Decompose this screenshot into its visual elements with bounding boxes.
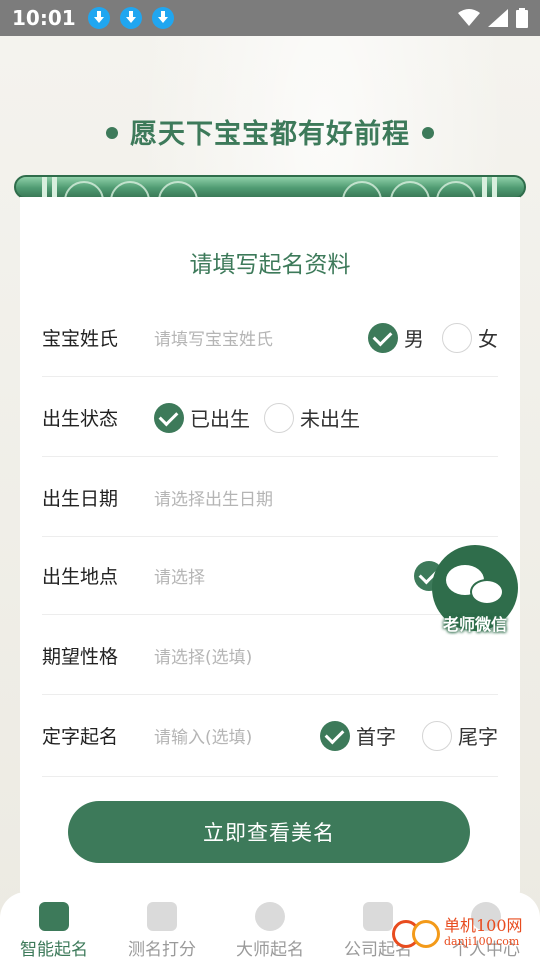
personality-picker[interactable]: 请选择(选填) <box>154 643 252 668</box>
birth-place-row: 出生地点 请选择 真太 <box>42 537 498 615</box>
wifi-icon <box>458 9 480 26</box>
tab-label: 大师起名 <box>236 940 304 960</box>
born-option[interactable]: 已出生 <box>154 402 250 433</box>
personality-label: 期望性格 <box>42 646 119 668</box>
bullet-dot <box>106 126 118 139</box>
checked-icon <box>368 322 398 353</box>
unchecked-icon <box>264 402 294 433</box>
tab-label: 智能起名 <box>20 940 88 960</box>
surname-label: 宝宝姓氏 <box>42 328 119 350</box>
fixed-char-label: 定字起名 <box>42 726 119 748</box>
battery-icon <box>516 8 528 28</box>
tab-master-naming[interactable]: 大师起名 <box>216 892 324 960</box>
yin-yang-icon <box>255 902 285 931</box>
download-icon <box>87 7 110 29</box>
fixed-char-input[interactable]: 请输入(选填) <box>154 723 320 748</box>
scroll-band <box>52 177 57 197</box>
rocket-icon <box>147 902 177 931</box>
download-icon <box>151 7 174 29</box>
surname-input[interactable]: 请填写宝宝姓氏 <box>154 325 368 350</box>
last-char-label: 尾字 <box>458 725 498 749</box>
birth-status-row: 出生状态 已出生 未出生 <box>42 379 498 457</box>
birth-place-picker[interactable]: 请选择 <box>154 563 414 588</box>
checked-icon <box>154 402 184 433</box>
birth-place-label: 出生地点 <box>42 566 119 588</box>
wechat-caption: 老师微信 <box>442 615 507 634</box>
unchecked-icon <box>422 720 452 751</box>
last-char-option[interactable]: 尾字 <box>422 720 498 751</box>
slogan-text: 愿天下宝宝都有好前程 <box>130 119 410 150</box>
chart-icon <box>39 902 69 931</box>
gender-female-option[interactable]: 女 <box>442 322 498 353</box>
gender-female-label: 女 <box>478 327 498 351</box>
status-time: 10:01 <box>12 6 76 30</box>
watermark-text: 单机100网 danji100.com <box>444 918 523 950</box>
tab-label: 测名打分 <box>128 940 196 960</box>
unborn-option[interactable]: 未出生 <box>264 402 360 433</box>
unchecked-icon <box>442 322 472 353</box>
birth-status-label: 出生状态 <box>42 408 119 430</box>
fixed-char-row: 定字起名 请输入(选填) 首字 尾字 <box>42 695 498 777</box>
tab-smart-naming[interactable]: 智能起名 <box>0 892 108 960</box>
wechat-float-button[interactable]: 老师微信 <box>432 545 518 637</box>
slogan-banner: 愿天下宝宝都有好前程 <box>0 112 540 151</box>
first-char-option[interactable]: 首字 <box>320 720 396 751</box>
scroll-band <box>42 177 47 197</box>
watermark-logo-icon <box>392 916 440 952</box>
watermark-url: danji100.com <box>444 935 520 948</box>
born-label: 已出生 <box>190 407 250 431</box>
birth-date-label: 出生日期 <box>42 488 119 510</box>
tab-name-score[interactable]: 测名打分 <box>108 892 216 960</box>
watermark: 单机100网 danji100.com <box>392 916 523 952</box>
surname-row: 宝宝姓氏 请填写宝宝姓氏 男 女 <box>42 299 498 377</box>
scroll-decoration <box>14 175 526 199</box>
status-bar: 10:01 <box>0 0 540 36</box>
birth-date-row: 出生日期 请选择出生日期 <box>42 459 498 537</box>
scroll-band <box>492 177 497 197</box>
checked-icon <box>320 720 350 751</box>
gender-male-label: 男 <box>404 327 424 351</box>
signal-icon <box>488 9 508 27</box>
download-icon <box>119 7 142 29</box>
scroll-band <box>482 177 487 197</box>
watermark-title: 单机100网 <box>444 916 523 935</box>
form-title: 请填写起名资料 <box>189 252 351 278</box>
unborn-label: 未出生 <box>300 407 360 431</box>
bullet-dot <box>422 126 434 139</box>
gender-male-option[interactable]: 男 <box>368 322 424 353</box>
building-icon <box>363 902 393 931</box>
first-char-label: 首字 <box>356 725 396 749</box>
view-names-button[interactable]: 立即查看美名 <box>68 801 470 863</box>
birth-date-picker[interactable]: 请选择出生日期 <box>154 485 273 510</box>
